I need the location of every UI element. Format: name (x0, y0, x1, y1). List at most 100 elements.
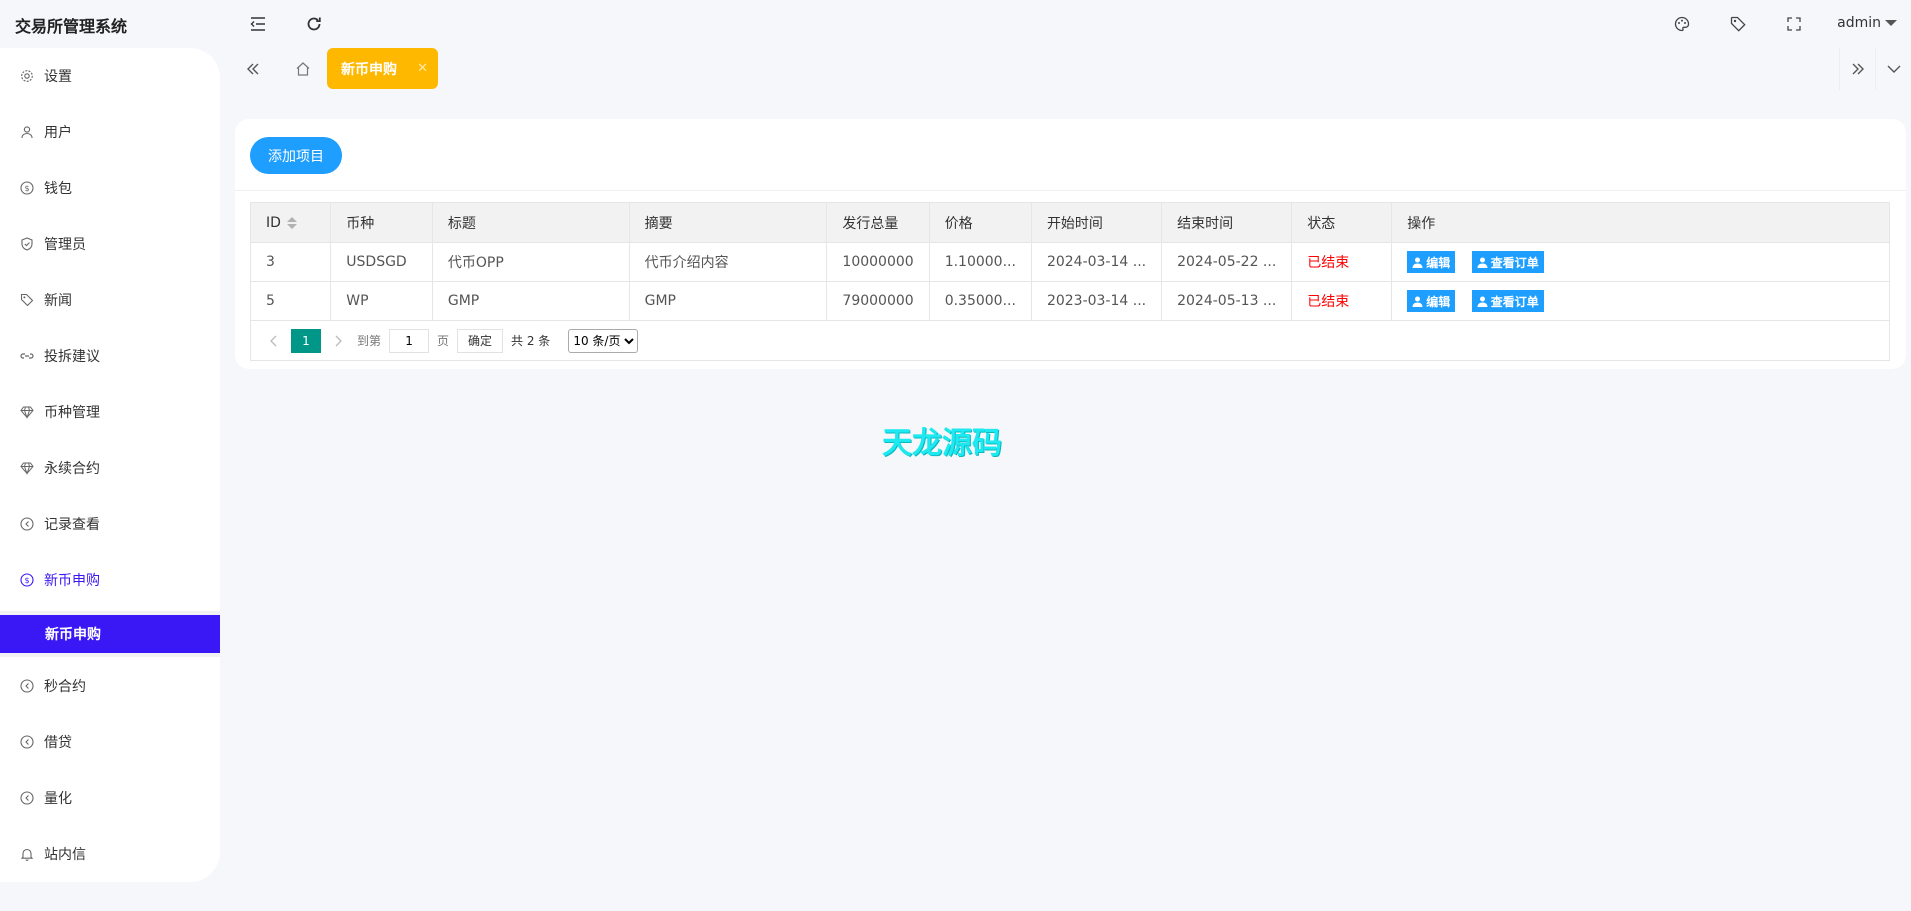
link-icon (20, 349, 34, 363)
collapse-menu-icon[interactable] (248, 14, 268, 34)
add-project-button[interactable]: 添加项目 (250, 137, 342, 174)
card-toolbar: 添加项目 (235, 119, 1906, 191)
current-page[interactable]: 1 (291, 328, 321, 353)
dollar-icon: $ (20, 573, 34, 587)
sidebar-item-label: 秒合约 (44, 679, 86, 695)
sidebar-item-settings[interactable]: 设置 (0, 58, 220, 94)
caret-down-icon (1885, 20, 1897, 26)
next-page-chevron-right-icon[interactable] (329, 335, 349, 347)
edit-button[interactable]: 编辑 (1407, 290, 1456, 312)
cell-title: 代币OPP (431, 242, 630, 282)
home-icon[interactable] (285, 48, 321, 90)
cell-coin: WP (330, 281, 433, 321)
user-icon (20, 125, 34, 139)
cell-id: 3 (249, 242, 332, 282)
circle-arrow-icon (20, 791, 34, 805)
sidebar-item-label: 量化 (44, 791, 72, 807)
edit-button[interactable]: 编辑 (1407, 251, 1456, 273)
tag-icon (20, 293, 34, 307)
sidebar-item-quant[interactable]: 量化 (0, 780, 220, 816)
sidebar-item-coin-management[interactable]: 币种管理 (0, 394, 220, 430)
user-menu[interactable]: admin (1837, 15, 1897, 31)
sidebar-item-label: 新币申购 (44, 573, 100, 589)
pagination: 1 到第 页 确定 共 2 条 10 条/页 (250, 321, 1890, 361)
sidebar-item-records[interactable]: 记录查看 (0, 506, 220, 542)
cell-total: 79000000 (826, 281, 930, 321)
table-row: 3 USDSGD 代币OPP 代币介绍内容 10000000 1.10000..… (249, 242, 1890, 282)
diamond-icon (20, 405, 34, 419)
sidebar-subitem-new-coin-subscription[interactable]: 新币申购 (0, 615, 220, 653)
cell-title: GMP (431, 281, 630, 321)
close-icon[interactable]: ✕ (417, 61, 428, 76)
tab-new-coin-subscription[interactable]: 新币申购 ✕ (327, 48, 438, 89)
cell-status: 已结束 (1291, 281, 1393, 321)
sidebar-item-admins[interactable]: 管理员 (0, 226, 220, 262)
cell-coin: USDSGD (330, 242, 433, 282)
cell-start-time: 2023-03-14 ... (1030, 281, 1163, 321)
cell-price: 0.35000... (928, 281, 1032, 321)
tabs-scroll-right-icon[interactable] (1839, 48, 1875, 90)
sidebar: 设置 用户 $ 钱包 管理员 新闻 投拆建议 币种管理 永续合约 记录查看 $ … (0, 48, 220, 882)
cell-actions: 编辑 查看订单 (1391, 281, 1890, 321)
tag-icon[interactable] (1728, 14, 1748, 34)
sidebar-item-news[interactable]: 新闻 (0, 282, 220, 318)
sidebar-item-second-contracts[interactable]: 秒合约 (0, 668, 220, 704)
sidebar-item-label: 借贷 (44, 735, 72, 751)
cell-total: 10000000 (826, 242, 930, 282)
user-icon (1412, 296, 1423, 307)
watermark-text: 天龙源码 (882, 426, 1002, 461)
user-icon (1477, 296, 1488, 307)
refresh-icon[interactable] (304, 14, 324, 34)
goto-label: 到第 (357, 334, 382, 348)
column-header-actions: 操作 (1391, 202, 1890, 243)
tabs-scroll-left-icon[interactable] (235, 48, 271, 90)
sidebar-item-label: 永续合约 (44, 461, 100, 477)
sidebar-item-users[interactable]: 用户 (0, 114, 220, 150)
sidebar-item-label: 币种管理 (44, 405, 100, 421)
user-icon (1477, 257, 1488, 268)
bell-icon (20, 847, 34, 861)
column-header-title: 标题 (431, 202, 630, 243)
sidebar-item-wallet[interactable]: $ 钱包 (0, 170, 220, 206)
column-header-status: 状态 (1291, 202, 1393, 243)
circle-arrow-icon (20, 679, 34, 693)
cell-price: 1.10000... (928, 242, 1032, 282)
cell-start-time: 2024-03-14 ... (1030, 242, 1163, 282)
tabs-menu-chevron-down-icon[interactable] (1875, 48, 1911, 90)
sidebar-item-label: 站内信 (44, 847, 86, 863)
sidebar-item-label: 新闻 (44, 293, 72, 309)
cell-summary: 代币介绍内容 (628, 242, 828, 282)
cell-status: 已结束 (1291, 242, 1393, 282)
table-header-row: ID 币种 标题 摘要 发行总量 价格 开始时间 结束时间 状态 操作 (249, 202, 1890, 243)
gear-icon (20, 69, 34, 83)
content-card: 添加项目 ID 币种 标题 摘要 发行总量 价格 开始时间 结束时间 状态 操作 (235, 119, 1906, 369)
circle-arrow-icon (20, 517, 34, 531)
app-title: 交易所管理系统 (15, 17, 128, 36)
view-orders-button[interactable]: 查看订单 (1471, 251, 1544, 273)
user-name: admin (1837, 15, 1881, 31)
column-header-total: 发行总量 (826, 202, 930, 243)
prev-page-chevron-left-icon[interactable] (263, 335, 283, 347)
sidebar-item-label: 用户 (44, 125, 72, 141)
svg-text:$: $ (24, 184, 29, 193)
sidebar-item-lending[interactable]: 借贷 (0, 724, 220, 760)
subscription-table: ID 币种 标题 摘要 发行总量 价格 开始时间 结束时间 状态 操作 3 US… (249, 202, 1890, 321)
page-size-select[interactable]: 10 条/页 (568, 328, 639, 353)
sidebar-item-perpetual-contracts[interactable]: 永续合约 (0, 450, 220, 486)
svg-text:$: $ (24, 576, 29, 585)
tab-label: 新币申购 (341, 61, 397, 78)
goto-page-input[interactable] (389, 328, 430, 353)
table-row: 5 WP GMP GMP 79000000 0.35000... 2023-03… (249, 281, 1890, 321)
view-orders-button[interactable]: 查看订单 (1471, 290, 1544, 312)
goto-confirm-button[interactable]: 确定 (457, 328, 504, 353)
sidebar-item-suggestions[interactable]: 投拆建议 (0, 338, 220, 374)
sidebar-item-new-coin-subscription[interactable]: $ 新币申购 (0, 562, 220, 598)
palette-icon[interactable] (1672, 14, 1692, 34)
tab-bar: 新币申购 ✕ (235, 48, 1911, 90)
fullscreen-icon[interactable] (1784, 14, 1804, 34)
submenu: 新币申购 (0, 611, 220, 657)
cell-summary: GMP (628, 281, 828, 321)
column-header-id[interactable]: ID (249, 202, 332, 243)
sort-icon[interactable] (286, 216, 297, 229)
sidebar-item-messages[interactable]: 站内信 (0, 836, 220, 872)
